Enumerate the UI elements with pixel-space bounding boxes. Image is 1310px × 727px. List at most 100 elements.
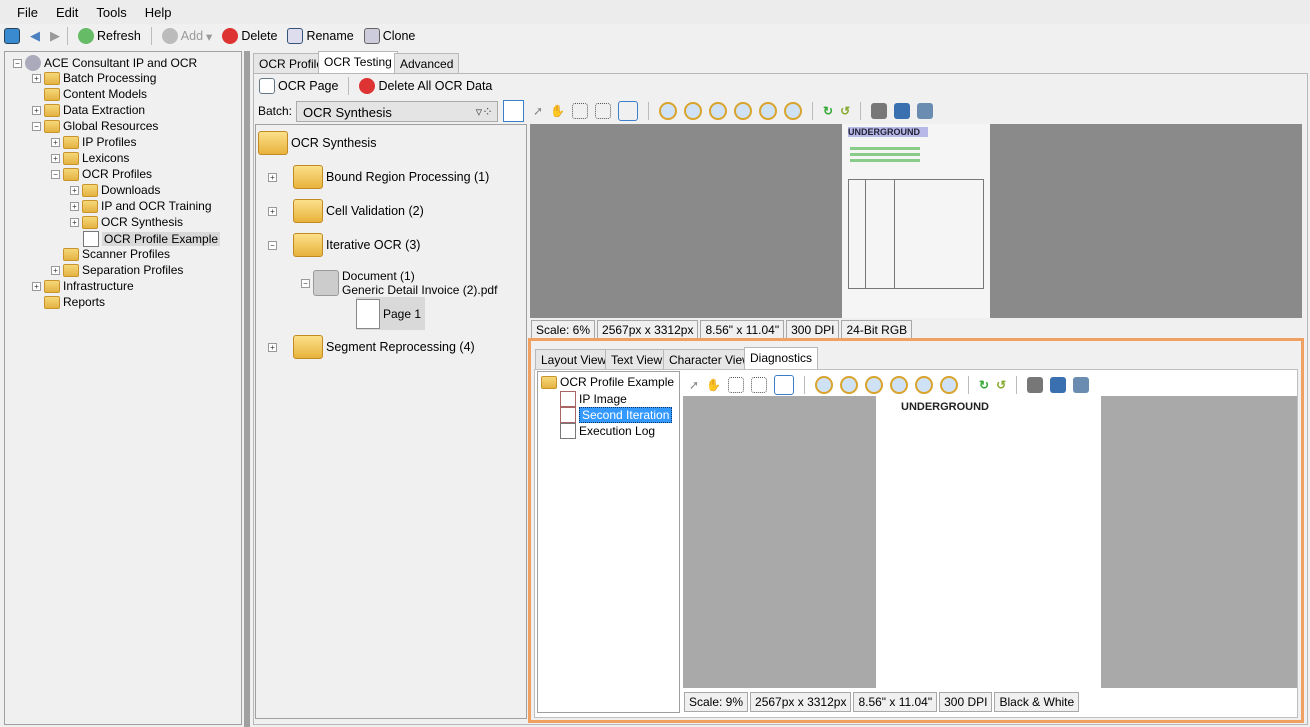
diag-item-selected[interactable]: Second Iteration [560,407,673,423]
pan-hand-icon[interactable]: ✋ [550,104,565,118]
batch-node[interactable]: + Cell Validation (2) [268,199,424,223]
pointer-icon[interactable]: ➚ [533,104,543,118]
settings-tools-icon[interactable] [1073,377,1090,393]
tree-root[interactable]: − ACE Consultant IP and OCR [13,55,197,71]
tab-text-view[interactable]: Text View [605,349,669,369]
rotate-right-icon[interactable]: ↻ [979,378,989,392]
clone-button[interactable]: Clone [361,28,419,44]
tree-item-selected[interactable]: OCR Profile Example [83,231,221,247]
tab-advanced[interactable]: Advanced [394,53,460,73]
tree-item[interactable]: + Separation Profiles [51,263,183,277]
delete-icon [359,78,376,94]
filter-dropdown-icon: ▿⁘ [475,104,493,119]
rotate-left-icon[interactable]: ↺ [840,104,850,118]
fit-page-icon[interactable] [734,102,753,120]
fit-width-icon[interactable] [759,102,778,120]
pan-hand-icon[interactable]: ✋ [706,378,721,392]
diag-page-preview: UNDERGROUND [876,396,1101,688]
menu-bar: File Edit Tools Help [0,0,1310,24]
batch-root[interactable]: OCR Synthesis [258,131,376,155]
delete-all-ocr-button[interactable]: Delete All OCR Data [356,78,495,94]
settings-tools-icon[interactable] [917,103,934,119]
tab-character-view[interactable]: Character View [663,349,757,369]
tree-item[interactable]: Content Models [44,87,147,101]
actual-size-icon[interactable] [865,376,884,394]
folder-icon [82,215,98,229]
add-icon [161,28,178,44]
zoom-out-icon[interactable] [840,376,859,394]
splitter[interactable] [244,51,250,727]
diag-image-viewer[interactable]: UNDERGROUND [683,396,1297,688]
save-icon[interactable] [894,103,911,119]
tab-ocr-testing[interactable]: OCR Testing [318,51,398,73]
tree-item[interactable]: + Batch Processing [32,71,156,85]
batch-node[interactable]: + Segment Reprocessing (4) [268,335,475,359]
tree-item[interactable]: Scanner Profiles [63,247,170,261]
diag-root[interactable]: OCR Profile Example [541,375,674,389]
add-button[interactable]: Add ▾ [159,28,216,44]
page-size-readout: 8.56" x 11.04" [700,320,785,340]
folder-icon [63,151,79,165]
actual-size-icon[interactable] [709,102,728,120]
delete-button[interactable]: Delete [219,28,280,44]
fit-width-icon[interactable] [915,376,934,394]
tree-item[interactable]: − OCR Profiles [51,167,152,181]
folder-icon [258,131,288,155]
menu-tools[interactable]: Tools [87,5,135,20]
batch-label: Batch: [258,104,293,118]
batch-select[interactable]: OCR Synthesis ▿⁘ [296,101,498,122]
log-icon [560,423,576,439]
rotate-left-icon[interactable]: ↺ [996,378,1006,392]
rotate-right-icon[interactable]: ↻ [823,104,833,118]
batch-node[interactable]: + Bound Region Processing (1) [268,165,489,189]
ocr-page-button[interactable]: OCR Page [256,78,341,94]
diagnostics-panel: Layout View Text View Character View Dia… [528,338,1304,723]
menu-help[interactable]: Help [136,5,181,20]
pointer-icon[interactable]: ➚ [689,378,699,392]
diag-item[interactable]: Execution Log [560,423,655,439]
document-node[interactable]: − Document (1) Generic Detail Invoice (2).… [301,269,497,297]
tree-item[interactable]: Reports [44,295,105,309]
page-size-readout: 8.56" x 11.04" [853,692,938,712]
tree-item[interactable]: + Infrastructure [32,279,134,293]
viewer-toolbar: ➚ ✋ ↻ ↺ [533,100,934,122]
zoom-region-icon[interactable] [595,103,612,119]
page-node[interactable]: Page 1 [356,297,426,330]
select-region-icon[interactable] [572,103,589,119]
rename-button[interactable]: Rename [284,28,356,44]
tree-item[interactable]: + IP and OCR Training [70,199,212,213]
save-icon[interactable] [1050,377,1067,393]
tab-diagnostics[interactable]: Diagnostics [744,347,819,369]
magnifier-icon[interactable] [774,375,795,395]
select-region-icon[interactable] [728,377,745,393]
menu-edit[interactable]: Edit [47,5,87,20]
tree-item[interactable]: + Data Extraction [32,103,145,117]
tab-layout-view[interactable]: Layout View [535,349,613,369]
tree-item[interactable]: + OCR Synthesis [70,215,183,229]
print-icon[interactable] [1027,377,1044,393]
diag-item[interactable]: IP Image [560,391,627,407]
menu-file[interactable]: File [8,5,47,20]
image-viewer[interactable]: UNDERGROUND [530,124,1302,318]
diag-status-bar: Scale: 9% 2567px x 3312px 8.56" x 11.04"… [684,692,1080,712]
tree-item[interactable]: + IP Profiles [51,135,136,149]
tree-item[interactable]: + Downloads [70,183,160,197]
panel-toggle-icon[interactable] [4,28,20,44]
print-icon[interactable] [871,103,888,119]
forward-icon[interactable]: ▶ [50,28,60,44]
fit-height-icon[interactable] [940,376,959,394]
batch-details-button[interactable] [503,100,524,122]
zoom-in-icon[interactable] [659,102,678,120]
zoom-out-icon[interactable] [684,102,703,120]
tree-item[interactable]: + Lexicons [51,151,129,165]
fit-height-icon[interactable] [784,102,803,120]
fit-page-icon[interactable] [890,376,909,394]
zoom-region-icon[interactable] [751,377,768,393]
magnifier-icon[interactable] [618,101,639,121]
batch-node[interactable]: − Iterative OCR (3) [268,233,420,257]
tree-item[interactable]: − Global Resources [32,119,158,133]
back-icon[interactable]: ◀ [30,28,40,44]
refresh-button[interactable]: Refresh [75,28,144,44]
zoom-in-icon[interactable] [815,376,834,394]
image-icon [560,391,576,407]
